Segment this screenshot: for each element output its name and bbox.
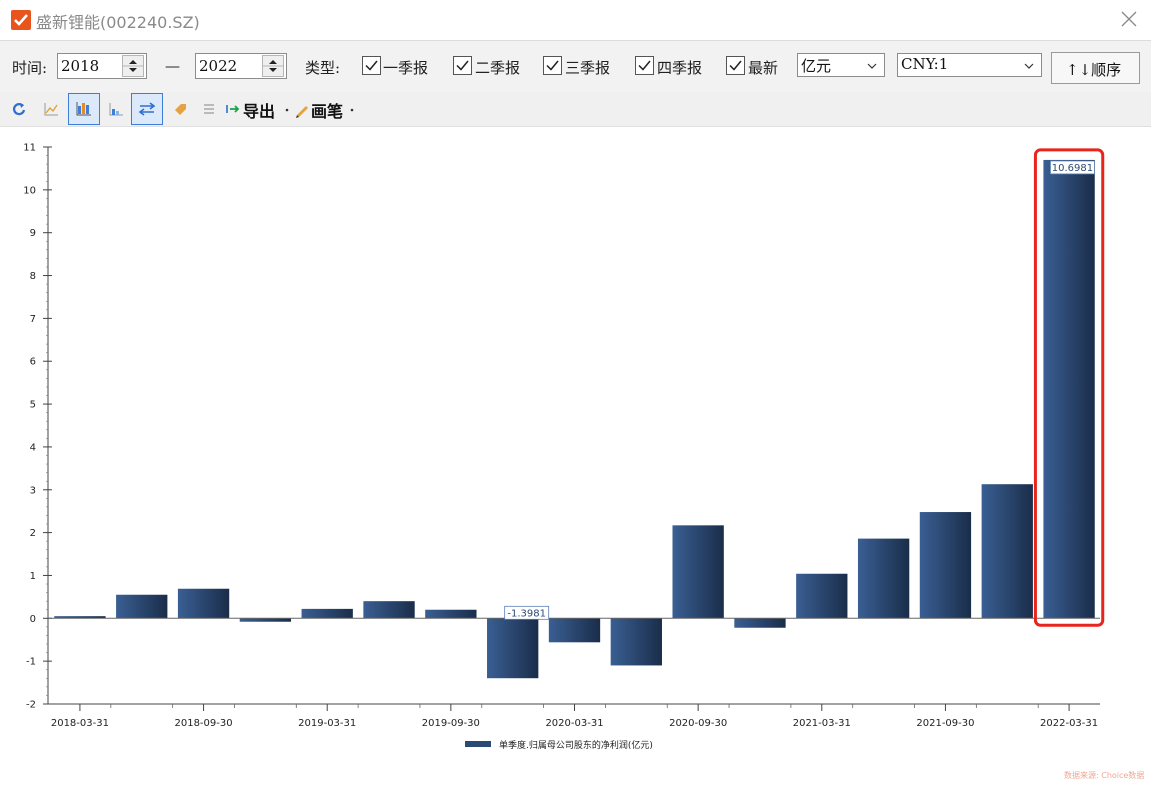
y-tick-label: -2 bbox=[26, 700, 36, 711]
bar bbox=[363, 601, 415, 619]
tag-icon[interactable] bbox=[170, 98, 192, 120]
bar bbox=[610, 618, 662, 666]
y-tick-label: 7 bbox=[30, 314, 36, 325]
line-chart-icon[interactable] bbox=[40, 98, 62, 120]
bar-chart: -2 -1 0 1 2 3 4 5 6 7 8 9 10 11 2018-03-31 2018-09-30 20… bbox=[23, 143, 1105, 751]
spinner-arrows-icon[interactable] bbox=[262, 55, 284, 77]
window-title: 盛新锂能(002240.SZ) bbox=[36, 13, 200, 32]
bar bbox=[734, 618, 786, 628]
time-label: 时间: bbox=[12, 59, 48, 77]
unit-select[interactable]: 亿元 bbox=[797, 53, 885, 77]
spinner-arrows-icon[interactable] bbox=[122, 55, 144, 77]
y-tick-label: 10 bbox=[23, 185, 36, 196]
pen-icon[interactable] bbox=[293, 98, 311, 120]
chevron-down-icon bbox=[1023, 57, 1035, 69]
x-tick-label: 2020-03-31 bbox=[545, 718, 603, 729]
q4-label: 四季报 bbox=[657, 59, 703, 77]
q1-label: 一季报 bbox=[383, 59, 429, 77]
q2-checkbox[interactable] bbox=[453, 56, 472, 75]
type-label: 类型: bbox=[305, 59, 341, 77]
x-tick-label: 2019-09-30 bbox=[422, 718, 480, 729]
start-year-spinner[interactable]: 2018 bbox=[57, 53, 147, 79]
y-tick-label: 1 bbox=[30, 571, 36, 582]
q4-checkbox[interactable] bbox=[635, 56, 654, 75]
bar bbox=[919, 512, 972, 619]
export-menu[interactable]: 导出 bbox=[243, 98, 275, 122]
data-source-note: 数据来源: Choice数据 bbox=[1064, 771, 1145, 780]
close-icon[interactable] bbox=[1118, 8, 1140, 30]
bar bbox=[548, 618, 601, 643]
y-tick-label: 6 bbox=[30, 357, 36, 368]
y-tick-label: 2 bbox=[30, 528, 36, 539]
q2-label: 二季报 bbox=[475, 59, 521, 77]
bar bbox=[301, 608, 353, 619]
currency-select[interactable]: CNY:1 bbox=[897, 53, 1042, 77]
chart-toolbar: 导出 画笔 bbox=[0, 92, 1151, 127]
data-label: -1.3981 bbox=[507, 608, 546, 619]
y-tick-label: 9 bbox=[30, 228, 36, 239]
filter-toolbar: 时间: 2018 — 2022 类型: 一季报 二季报 三季报 四季报 最新 亿… bbox=[0, 40, 1151, 93]
y-tick-label: 4 bbox=[30, 442, 36, 453]
currency-select-value: CNY:1 bbox=[901, 55, 949, 73]
bar bbox=[239, 618, 292, 622]
x-tick-label: 2021-03-31 bbox=[793, 718, 851, 729]
latest-label: 最新 bbox=[748, 59, 779, 77]
x-tick-label: 2021-09-30 bbox=[916, 718, 974, 729]
q1-checkbox[interactable] bbox=[362, 56, 381, 75]
bar bbox=[487, 618, 539, 679]
y-tick-label: 5 bbox=[30, 400, 36, 411]
chevron-down-icon bbox=[866, 57, 878, 69]
x-tick-label: 2018-03-31 bbox=[51, 718, 109, 729]
data-label: 10.6981 bbox=[1052, 163, 1093, 174]
compare-icon[interactable] bbox=[131, 93, 163, 125]
x-tick-label: 2019-03-31 bbox=[298, 718, 356, 729]
q3-checkbox[interactable] bbox=[543, 56, 562, 75]
legend-label: 单季度.归属母公司股东的净利润(亿元) bbox=[499, 739, 653, 751]
y-tick-label: 0 bbox=[30, 614, 36, 625]
bar bbox=[1043, 159, 1095, 619]
y-tick-label: -1 bbox=[26, 657, 36, 668]
sort-button[interactable]: ↑↓顺序 bbox=[1051, 52, 1140, 84]
refresh-icon[interactable] bbox=[8, 98, 30, 120]
area-chart-icon[interactable] bbox=[105, 98, 127, 120]
pen-menu[interactable]: 画笔 bbox=[311, 98, 343, 122]
x-tick-label: 2020-09-30 bbox=[669, 718, 727, 729]
bar bbox=[425, 609, 477, 619]
bar bbox=[981, 484, 1033, 619]
app-check-icon bbox=[11, 10, 31, 30]
end-year-value: 2022 bbox=[199, 57, 238, 75]
title-bar: 盛新锂能(002240.SZ) bbox=[0, 0, 1151, 38]
q3-label: 三季报 bbox=[565, 59, 611, 77]
start-year-value: 2018 bbox=[61, 57, 100, 75]
y-tick-label: 3 bbox=[30, 485, 36, 496]
export-dropdown-icon[interactable] bbox=[282, 98, 292, 120]
end-year-spinner[interactable]: 2022 bbox=[195, 53, 287, 79]
y-tick-label: 11 bbox=[23, 143, 36, 154]
legend-swatch bbox=[465, 741, 491, 747]
list-icon[interactable] bbox=[198, 98, 220, 120]
sort-button-label: ↑↓顺序 bbox=[1066, 61, 1122, 79]
export-icon[interactable] bbox=[222, 98, 244, 120]
x-tick-label: 2018-09-30 bbox=[174, 718, 232, 729]
bar bbox=[857, 538, 910, 619]
unit-select-value: 亿元 bbox=[801, 57, 832, 75]
pen-dropdown-icon[interactable] bbox=[347, 98, 357, 120]
bar bbox=[116, 594, 168, 619]
latest-checkbox[interactable] bbox=[726, 56, 745, 75]
bar-chart-icon[interactable] bbox=[68, 93, 100, 125]
x-tick-label: 2022-03-31 bbox=[1040, 718, 1098, 729]
bar bbox=[177, 588, 230, 619]
bar bbox=[796, 573, 848, 619]
y-tick-label: 8 bbox=[30, 271, 36, 282]
bar bbox=[672, 525, 724, 619]
year-separator: — bbox=[165, 57, 180, 75]
